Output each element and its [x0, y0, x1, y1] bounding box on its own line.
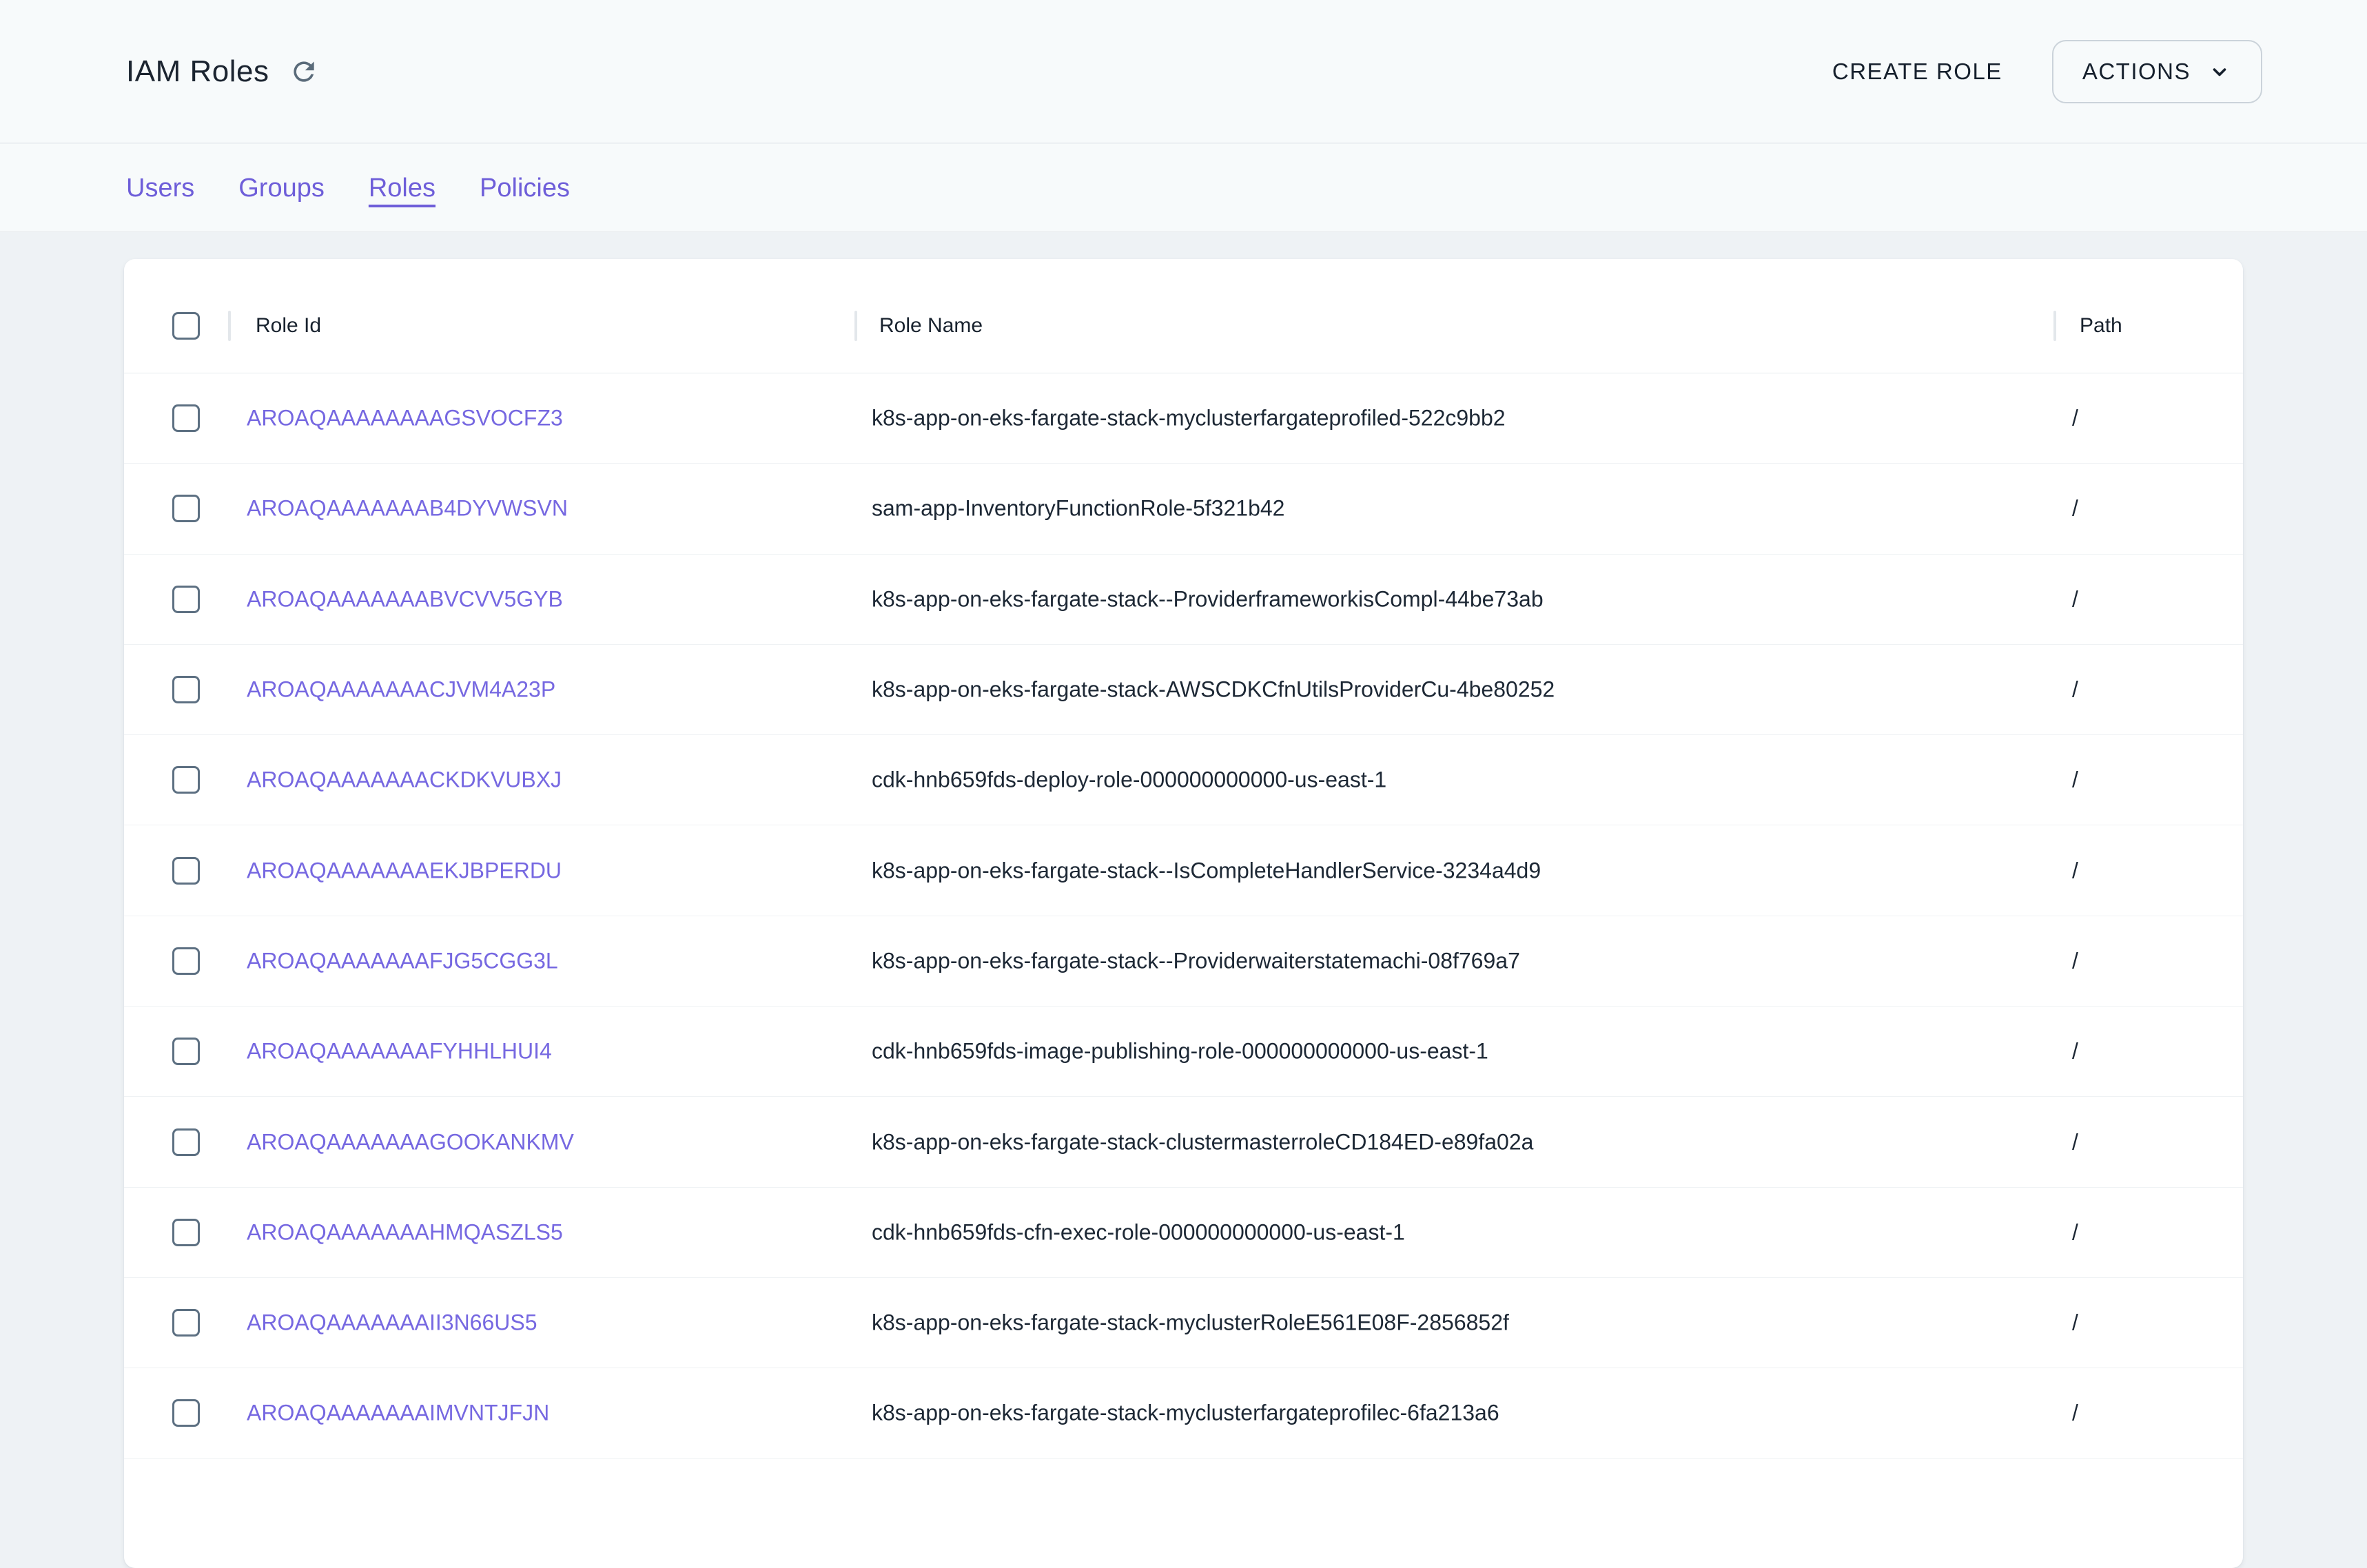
tab-roles[interactable]: Roles: [369, 175, 436, 201]
resource-tabs: Users Groups Roles Policies: [0, 144, 2367, 232]
role-id-link[interactable]: AROAQAAAAAAAFJG5CGG3L: [247, 948, 558, 973]
column-resize-handle[interactable]: [854, 311, 857, 341]
refresh-icon: [289, 56, 319, 87]
column-resize-handle[interactable]: [228, 311, 231, 341]
table-row: AROAQAAAAAAACJVM4A23P k8s-app-on-eks-far…: [124, 645, 2243, 735]
create-role-button[interactable]: CREATE ROLE: [1825, 45, 2009, 99]
table-row: AROAQAAAAAAAEKJBPERDU k8s-app-on-eks-far…: [124, 825, 2243, 916]
row-checkbox[interactable]: [172, 1309, 200, 1337]
table-body: AROAQAAAAAAAAGSVOCFZ3 k8s-app-on-eks-far…: [124, 373, 2243, 1459]
row-checkbox[interactable]: [172, 766, 200, 794]
actions-dropdown-button[interactable]: ACTIONS: [2052, 40, 2262, 103]
role-path-cell: /: [2072, 1219, 2078, 1245]
role-id-link[interactable]: AROAQAAAAAAABVCVV5GYB: [247, 586, 563, 612]
role-id-link[interactable]: AROAQAAAAAAAII3N66US5: [247, 1310, 537, 1336]
page-title: IAM Roles: [126, 54, 269, 89]
table-row: AROAQAAAAAAAFYHHLHUI4 cdk-hnb659fds-imag…: [124, 1007, 2243, 1097]
table-row: AROAQAAAAAAABVCVV5GYB k8s-app-on-eks-far…: [124, 555, 2243, 645]
column-header-role-name[interactable]: Role Name: [879, 314, 983, 338]
row-checkbox[interactable]: [172, 1128, 200, 1156]
role-path-cell: /: [2072, 677, 2078, 703]
role-id-link[interactable]: AROAQAAAAAAACKDKVUBXJ: [247, 767, 562, 793]
column-header-path[interactable]: Path: [2080, 314, 2122, 338]
title-area: IAM Roles: [126, 54, 320, 89]
role-path-cell: /: [2072, 1039, 2078, 1064]
role-path-cell: /: [2072, 948, 2078, 973]
role-id-link[interactable]: AROAQAAAAAAAB4DYVWSVN: [247, 496, 568, 522]
role-path-cell: /: [2072, 1129, 2078, 1155]
role-path-cell: /: [2072, 1310, 2078, 1336]
tab-groups[interactable]: Groups: [238, 175, 325, 201]
actions-button-label: ACTIONS: [2082, 59, 2191, 85]
tab-policies[interactable]: Policies: [480, 175, 570, 201]
roles-table-card: Role Id Role Name Path AROAQAAAAAAAAGSVO…: [124, 259, 2243, 1568]
row-checkbox[interactable]: [172, 586, 200, 613]
role-path-cell: /: [2072, 1401, 2078, 1426]
table-row: AROAQAAAAAAAIMVNTJFJN k8s-app-on-eks-far…: [124, 1368, 2243, 1458]
role-path-cell: /: [2072, 586, 2078, 612]
role-path-cell: /: [2072, 406, 2078, 431]
role-name-cell: cdk-hnb659fds-deploy-role-000000000000-u…: [872, 767, 1386, 793]
role-id-link[interactable]: AROAQAAAAAAAHMQASZLS5: [247, 1219, 563, 1245]
column-resize-handle[interactable]: [2053, 311, 2056, 341]
role-id-link[interactable]: AROAQAAAAAAACJVM4A23P: [247, 677, 555, 703]
row-checkbox[interactable]: [172, 947, 200, 975]
chevron-down-icon: [2207, 59, 2232, 84]
row-checkbox[interactable]: [172, 495, 200, 522]
tab-users[interactable]: Users: [126, 175, 194, 201]
table-row: AROAQAAAAAAAII3N66US5 k8s-app-on-eks-far…: [124, 1278, 2243, 1368]
role-name-cell: k8s-app-on-eks-fargate-stack-clustermast…: [872, 1129, 1533, 1155]
role-id-link[interactable]: AROAQAAAAAAAAGSVOCFZ3: [247, 406, 563, 431]
role-id-link[interactable]: AROAQAAAAAAAEKJBPERDU: [247, 858, 562, 883]
role-name-cell: k8s-app-on-eks-fargate-stack--Providerfr…: [872, 586, 1544, 612]
role-name-cell: k8s-app-on-eks-fargate-stack-myclusterfa…: [872, 406, 1506, 431]
role-name-cell: k8s-app-on-eks-fargate-stack--Providerwa…: [872, 948, 1520, 973]
table-row: AROAQAAAAAAACKDKVUBXJ cdk-hnb659fds-depl…: [124, 735, 2243, 825]
row-checkbox[interactable]: [172, 676, 200, 703]
role-name-cell: cdk-hnb659fds-cfn-exec-role-000000000000…: [872, 1219, 1405, 1245]
row-checkbox[interactable]: [172, 1038, 200, 1065]
role-path-cell: /: [2072, 858, 2078, 883]
role-name-cell: k8s-app-on-eks-fargate-stack-myclusterfa…: [872, 1401, 1499, 1426]
role-id-link[interactable]: AROAQAAAAAAAFYHHLHUI4: [247, 1039, 552, 1064]
row-checkbox[interactable]: [172, 857, 200, 885]
row-checkbox[interactable]: [172, 1399, 200, 1427]
column-header-role-id[interactable]: Role Id: [256, 314, 321, 338]
row-checkbox[interactable]: [172, 1219, 200, 1246]
role-id-link[interactable]: AROAQAAAAAAAIMVNTJFJN: [247, 1401, 549, 1426]
role-name-cell: k8s-app-on-eks-fargate-stack-myclusterRo…: [872, 1310, 1509, 1336]
role-name-cell: k8s-app-on-eks-fargate-stack-AWSCDKCfnUt…: [872, 677, 1555, 703]
table-row: AROAQAAAAAAAFJG5CGG3L k8s-app-on-eks-far…: [124, 916, 2243, 1007]
role-name-cell: cdk-hnb659fds-image-publishing-role-0000…: [872, 1039, 1488, 1064]
table-row: AROAQAAAAAAAGOOKANKMV k8s-app-on-eks-far…: [124, 1097, 2243, 1187]
role-name-cell: sam-app-InventoryFunctionRole-5f321b42: [872, 496, 1284, 522]
table-row: AROAQAAAAAAAAGSVOCFZ3 k8s-app-on-eks-far…: [124, 373, 2243, 464]
table-header-row: Role Id Role Name Path: [124, 259, 2243, 373]
table-row: AROAQAAAAAAAB4DYVWSVN sam-app-InventoryF…: [124, 464, 2243, 554]
role-id-link[interactable]: AROAQAAAAAAAGOOKANKMV: [247, 1129, 574, 1155]
refresh-button[interactable]: [288, 56, 320, 87]
top-header-bar: IAM Roles CREATE ROLE ACTIONS: [0, 0, 2367, 143]
role-path-cell: /: [2072, 496, 2078, 522]
row-checkbox[interactable]: [172, 404, 200, 432]
table-row: AROAQAAAAAAAHMQASZLS5 cdk-hnb659fds-cfn-…: [124, 1188, 2243, 1278]
role-name-cell: k8s-app-on-eks-fargate-stack--IsComplete…: [872, 858, 1541, 883]
header-actions: CREATE ROLE ACTIONS: [1825, 40, 2262, 103]
select-all-checkbox[interactable]: [172, 312, 200, 340]
role-path-cell: /: [2072, 767, 2078, 793]
